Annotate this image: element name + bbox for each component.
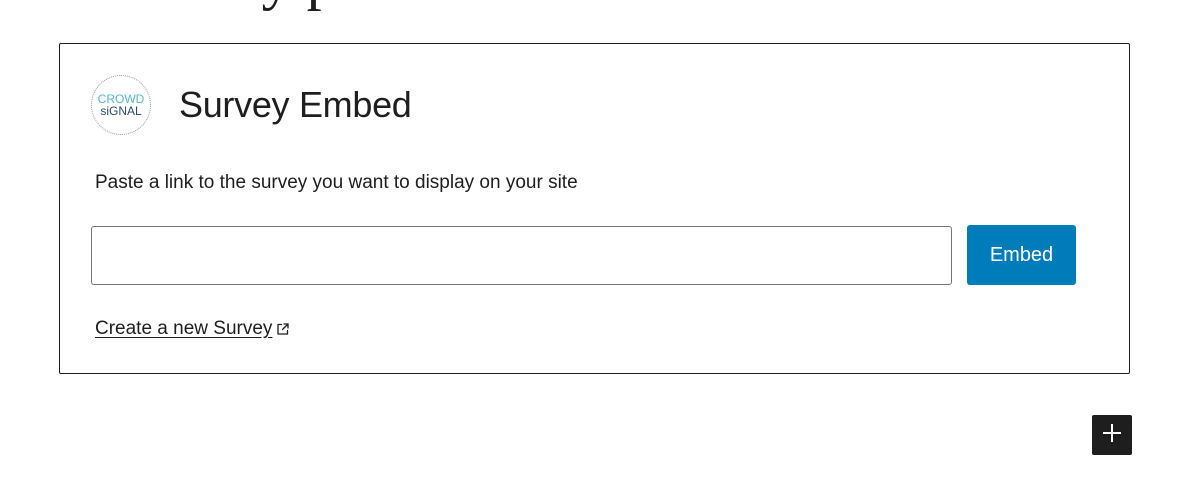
block-header: CROWD siGNAL Survey Embed	[91, 75, 412, 135]
block-title: Survey Embed	[179, 84, 412, 125]
add-block-button[interactable]	[1092, 415, 1132, 455]
survey-embed-block[interactable]: CROWD siGNAL Survey Embed Paste a link t…	[59, 43, 1130, 374]
external-link-icon	[275, 321, 291, 337]
create-survey-link[interactable]: Create a new Survey	[95, 318, 291, 340]
logo-text-bottom: siGNAL	[100, 104, 142, 118]
create-survey-link-label: Create a new Survey	[95, 318, 273, 339]
crowdsignal-logo: CROWD siGNAL	[91, 75, 151, 135]
instructions-text: Paste a link to the survey you want to d…	[95, 172, 578, 193]
page-heading-fragment: ey p	[235, 0, 337, 8]
plus-icon	[1101, 422, 1123, 449]
survey-url-input[interactable]	[91, 226, 952, 285]
editor-canvas: ey p CROWD siGNAL Survey Embed Paste a l…	[0, 0, 1199, 489]
embed-button[interactable]: Embed	[967, 225, 1076, 285]
